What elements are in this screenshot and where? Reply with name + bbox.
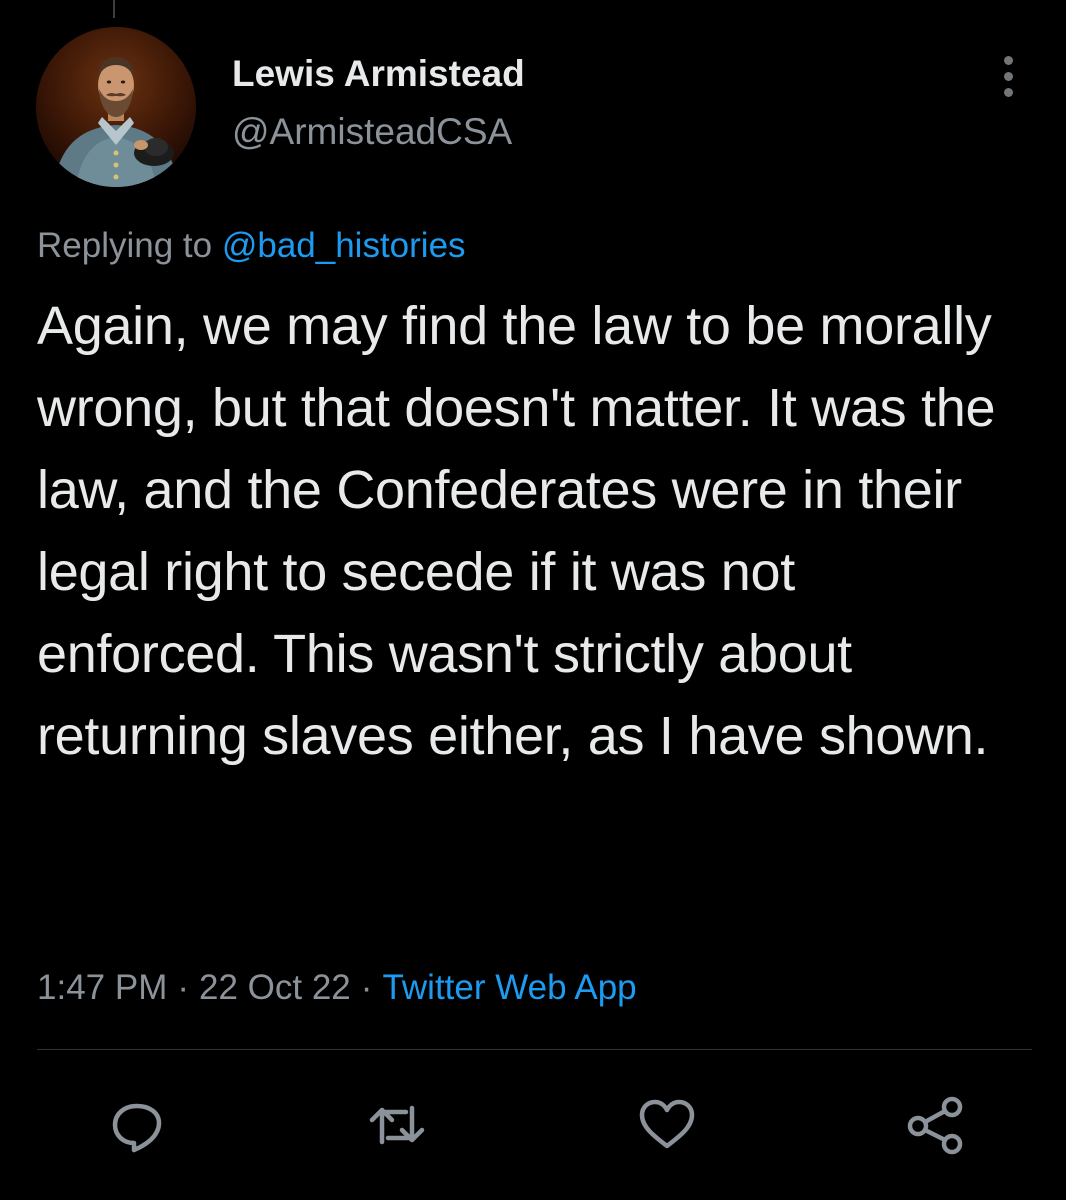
- tweet-time[interactable]: 1:47 PM: [37, 968, 167, 1007]
- tweet-date[interactable]: 22 Oct 22: [199, 968, 351, 1007]
- author-handle[interactable]: @ArmisteadCSA: [232, 110, 525, 154]
- more-dots-icon: [1004, 56, 1013, 65]
- reply-context-prefix: Replying to: [37, 226, 222, 265]
- meta-separator-2: ·: [360, 968, 373, 1007]
- like-icon: [639, 1099, 695, 1149]
- reply-icon: [112, 1103, 162, 1153]
- tweet-actions-bar: [0, 1090, 1066, 1160]
- actions-divider: [37, 1049, 1032, 1050]
- retweet-button[interactable]: [362, 1090, 432, 1160]
- share-icon: [907, 1096, 963, 1155]
- reply-context: Replying to @bad_histories: [37, 225, 466, 267]
- more-options-button[interactable]: [988, 52, 1032, 100]
- meta-separator: ·: [177, 968, 190, 1007]
- author-display-name[interactable]: Lewis Armistead: [232, 52, 525, 96]
- more-dots-icon-bottom: [1004, 88, 1013, 97]
- retweet-icon: [369, 1105, 425, 1145]
- thread-connector-line: [113, 0, 115, 18]
- like-button[interactable]: [632, 1090, 702, 1160]
- author-block: Lewis Armistead @ArmisteadCSA: [232, 52, 525, 154]
- reply-button[interactable]: [102, 1090, 172, 1160]
- portrait-avatar-icon: [36, 27, 196, 187]
- avatar[interactable]: [36, 27, 196, 187]
- tweet-source-link[interactable]: Twitter Web App: [382, 968, 636, 1007]
- tweet-text: Again, we may find the law to be morally…: [37, 296, 996, 766]
- more-dots-icon-middle: [1004, 72, 1013, 81]
- reply-mention-link[interactable]: @bad_histories: [222, 226, 466, 265]
- share-button[interactable]: [900, 1090, 970, 1160]
- tweet-metadata: 1:47 PM · 22 Oct 22 · Twitter Web App: [37, 966, 637, 1010]
